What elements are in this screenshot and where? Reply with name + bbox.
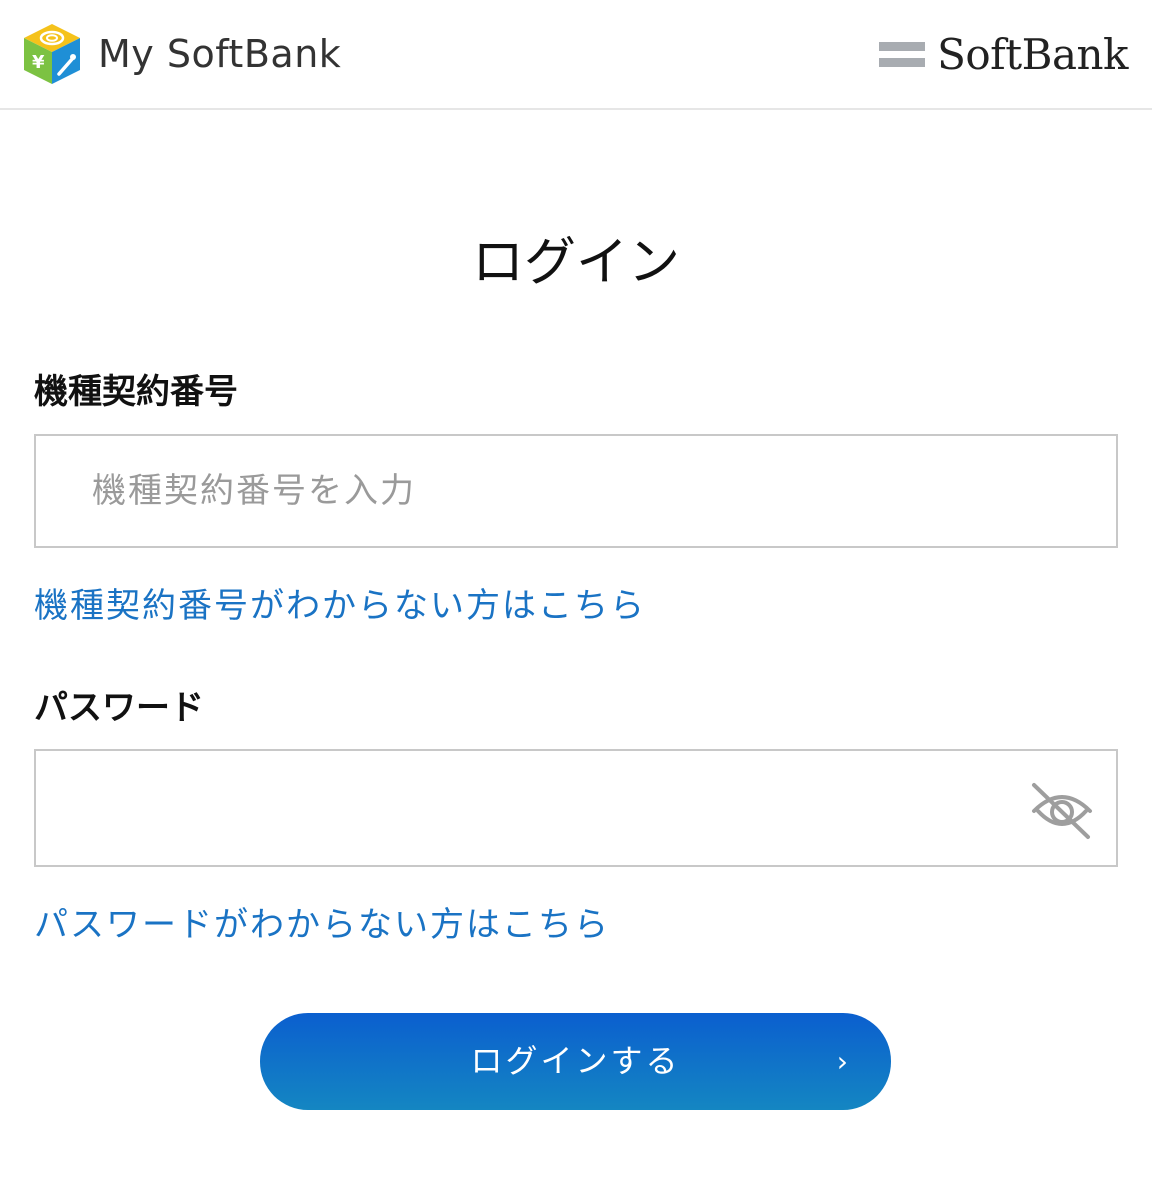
contract-number-input[interactable]: [36, 436, 1116, 546]
svg-text:¥: ¥: [32, 52, 45, 73]
page-title: ログイン: [471, 233, 680, 293]
contract-number-label: 機種契約番号: [34, 372, 238, 412]
my-softbank-cube-icon: ¥: [22, 22, 82, 86]
app-name: My SoftBank: [98, 32, 342, 76]
header: ¥ My SoftBank SoftBank: [0, 0, 1152, 110]
password-field[interactable]: [34, 749, 1118, 867]
softbank-brand-logo: SoftBank: [879, 30, 1128, 79]
my-softbank-logo[interactable]: ¥ My SoftBank: [22, 22, 341, 86]
eye-slash-icon[interactable]: [1028, 781, 1096, 845]
password-input[interactable]: [36, 751, 1116, 865]
login-button-label: ログインする: [470, 1042, 681, 1080]
softbank-bars-icon: [879, 42, 926, 67]
contract-number-help-link[interactable]: 機種契約番号がわからない方はこちら: [34, 578, 646, 627]
password-label: パスワード: [34, 688, 204, 728]
contract-number-field[interactable]: [34, 434, 1118, 548]
chevron-right-icon: ›: [836, 1045, 851, 1078]
password-help-link[interactable]: パスワードがわからない方はこちら: [34, 897, 610, 946]
login-button[interactable]: ログインする ›: [260, 1013, 891, 1110]
brand-name: SoftBank: [937, 30, 1128, 79]
